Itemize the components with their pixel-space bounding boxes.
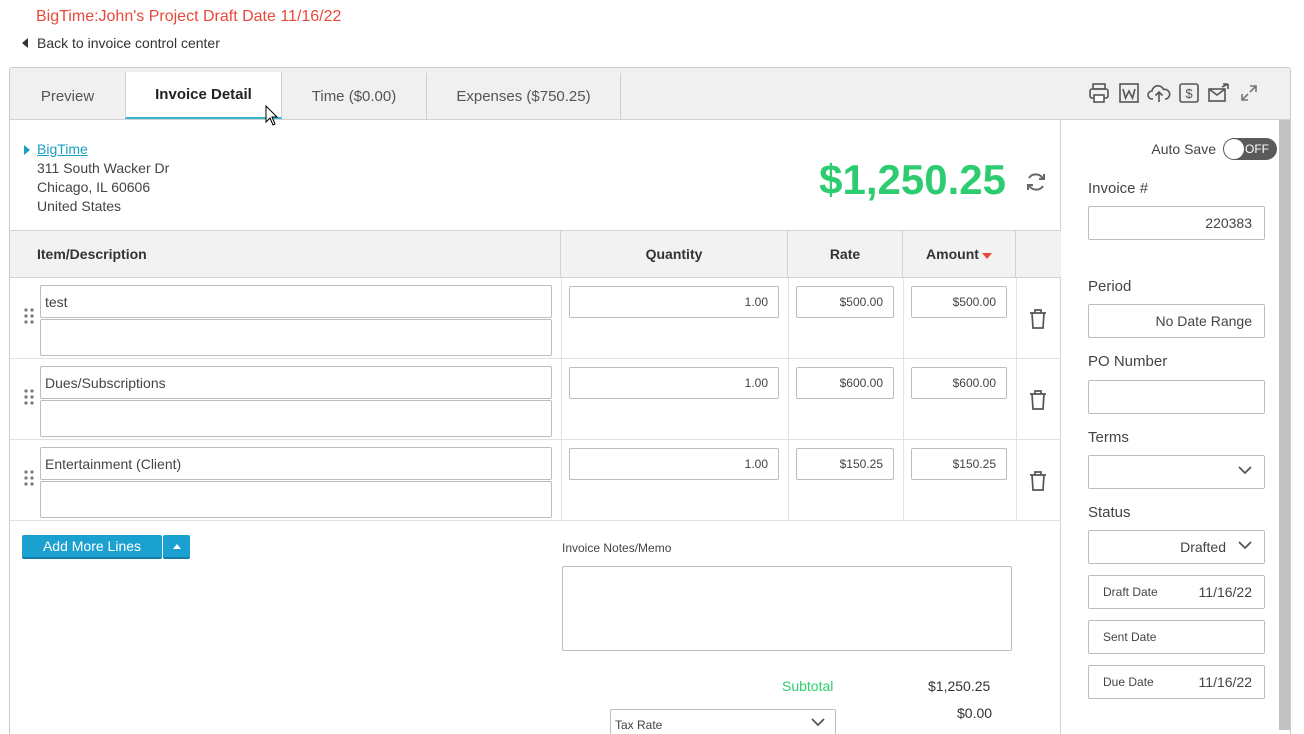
amount-input[interactable]: $150.25 <box>911 448 1007 480</box>
add-lines-dropdown-button[interactable] <box>163 535 190 559</box>
back-link-label: Back to invoice control center <box>37 35 220 51</box>
sent-date-field[interactable]: Sent Date <box>1088 620 1265 654</box>
status-select[interactable]: Drafted <box>1088 530 1265 564</box>
trash-icon[interactable] <box>1028 308 1048 333</box>
auto-save-toggle[interactable]: OFF <box>1223 138 1277 160</box>
draft-date-label: Draft Date <box>1103 585 1158 599</box>
trash-icon[interactable] <box>1028 470 1048 495</box>
client-address: BigTime 311 South Wacker Dr Chicago, IL … <box>24 140 169 216</box>
table-row: Dues/Subscriptions 1.00 $600.00 $600.00 <box>10 359 1061 440</box>
page-title: BigTime:John's Project Draft Date 11/16/… <box>36 8 342 25</box>
po-number-input[interactable] <box>1088 380 1265 414</box>
subtotal-label: Subtotal <box>782 678 834 694</box>
address-line: Chicago, IL 60606 <box>37 179 151 195</box>
chevron-down-icon <box>811 718 825 727</box>
chevron-down-icon <box>1238 541 1252 550</box>
rate-input[interactable]: $600.00 <box>796 367 894 399</box>
item-description-input[interactable]: Entertainment (Client) <box>40 447 552 480</box>
rate-input[interactable]: $500.00 <box>796 286 894 318</box>
tab-invoice-detail[interactable]: Invoice Detail <box>125 72 282 119</box>
expand-triangle-icon <box>24 144 30 155</box>
column-header-quantity[interactable]: Quantity <box>561 231 788 277</box>
tab-bar: Preview Invoice Detail Time ($0.00) Expe… <box>10 68 1290 120</box>
invoice-main: BigTime 311 South Wacker Dr Chicago, IL … <box>10 120 1061 734</box>
item-notes-input[interactable] <box>40 481 552 518</box>
period-label: Period <box>1088 278 1132 295</box>
address-line: 311 South Wacker Dr <box>37 160 170 176</box>
tax-rate-placeholder: Tax Rate <box>615 718 663 732</box>
amount-input[interactable]: $500.00 <box>911 286 1007 318</box>
address-line: United States <box>37 198 122 214</box>
auto-save-state: OFF <box>1245 142 1269 156</box>
item-notes-input[interactable] <box>40 400 552 437</box>
rate-input[interactable]: $150.25 <box>796 448 894 480</box>
sent-date-label: Sent Date <box>1103 630 1157 644</box>
chevron-down-icon <box>1238 466 1252 475</box>
drag-handle-icon[interactable] <box>24 307 34 328</box>
payment-icon[interactable]: $ <box>1176 80 1202 106</box>
table-row: Entertainment (Client) 1.00 $150.25 $150… <box>10 440 1061 521</box>
tab-expenses[interactable]: Expenses ($750.25) <box>427 73 621 120</box>
item-notes-input[interactable] <box>40 319 552 356</box>
due-date-value: 11/16/22 <box>1198 674 1252 690</box>
trash-icon[interactable] <box>1028 389 1048 414</box>
column-header-amount[interactable]: Amount <box>903 231 1016 277</box>
subtotal-value: $1,250.25 <box>928 678 991 694</box>
invoice-sidebar: Auto Save OFF Invoice # 220383 Period No… <box>1062 120 1277 734</box>
auto-save: Auto Save OFF <box>1151 138 1277 160</box>
notes-label: Invoice Notes/Memo <box>562 541 672 555</box>
draft-date-field[interactable]: Draft Date 11/16/22 <box>1088 575 1265 609</box>
draft-date-value: 11/16/22 <box>1198 584 1252 600</box>
client-name: BigTime <box>37 141 88 157</box>
column-header-amount-label: Amount <box>926 246 979 262</box>
tab-time[interactable]: Time ($0.00) <box>282 73 427 120</box>
status-value: Drafted <box>1180 539 1226 555</box>
invoice-notes-textarea[interactable] <box>562 566 1012 651</box>
tab-preview[interactable]: Preview <box>10 73 125 120</box>
column-header-description[interactable]: Item/Description <box>10 231 561 277</box>
back-caret-icon <box>22 38 28 48</box>
invoice-number-label: Invoice # <box>1088 180 1149 197</box>
drag-handle-icon[interactable] <box>24 469 34 490</box>
period-field[interactable]: No Date Range <box>1088 304 1265 338</box>
word-export-icon[interactable] <box>1116 80 1142 106</box>
terms-label: Terms <box>1088 429 1129 446</box>
po-number-label: PO Number <box>1088 353 1168 370</box>
drag-handle-icon[interactable] <box>24 388 34 409</box>
item-description-input[interactable]: test <box>40 285 552 318</box>
svg-text:$: $ <box>1185 86 1193 101</box>
column-header-rate[interactable]: Rate <box>788 231 903 277</box>
amount-input[interactable]: $600.00 <box>911 367 1007 399</box>
refresh-icon[interactable] <box>1024 170 1048 197</box>
sidebar-scrollbar[interactable] <box>1279 120 1290 730</box>
back-link[interactable]: Back to invoice control center <box>22 35 220 51</box>
expand-icon[interactable] <box>1236 80 1262 106</box>
print-icon[interactable] <box>1086 80 1112 106</box>
status-label: Status <box>1088 504 1131 521</box>
due-date-field[interactable]: Due Date 11/16/22 <box>1088 665 1265 699</box>
tax-value: $0.00 <box>957 705 993 721</box>
add-more-lines-button[interactable]: Add More Lines <box>22 535 162 559</box>
caret-up-icon <box>172 543 181 549</box>
quantity-input[interactable]: 1.00 <box>569 367 779 399</box>
sort-desc-icon <box>981 252 992 259</box>
mouse-cursor-icon <box>265 104 279 130</box>
send-email-icon[interactable] <box>1206 80 1232 106</box>
terms-select[interactable] <box>1088 455 1265 489</box>
table-row: test 1.00 $500.00 $500.00 <box>10 278 1061 359</box>
tax-rate-select[interactable]: Tax Rate <box>610 709 836 734</box>
client-name-link[interactable]: BigTime <box>24 140 169 159</box>
invoice-panel: Preview Invoice Detail Time ($0.00) Expe… <box>9 67 1291 734</box>
table-header: Item/Description Quantity Rate Amount <box>10 230 1061 278</box>
invoice-number-input[interactable]: 220383 <box>1088 206 1265 240</box>
auto-save-label: Auto Save <box>1151 141 1216 157</box>
due-date-label: Due Date <box>1103 675 1154 689</box>
item-description-input[interactable]: Dues/Subscriptions <box>40 366 552 399</box>
cloud-upload-icon[interactable] <box>1146 80 1172 106</box>
quantity-input[interactable]: 1.00 <box>569 286 779 318</box>
quantity-input[interactable]: 1.00 <box>569 448 779 480</box>
invoice-total: $1,250.25 <box>819 156 1006 203</box>
toolbar-icons: $ <box>1086 80 1262 106</box>
